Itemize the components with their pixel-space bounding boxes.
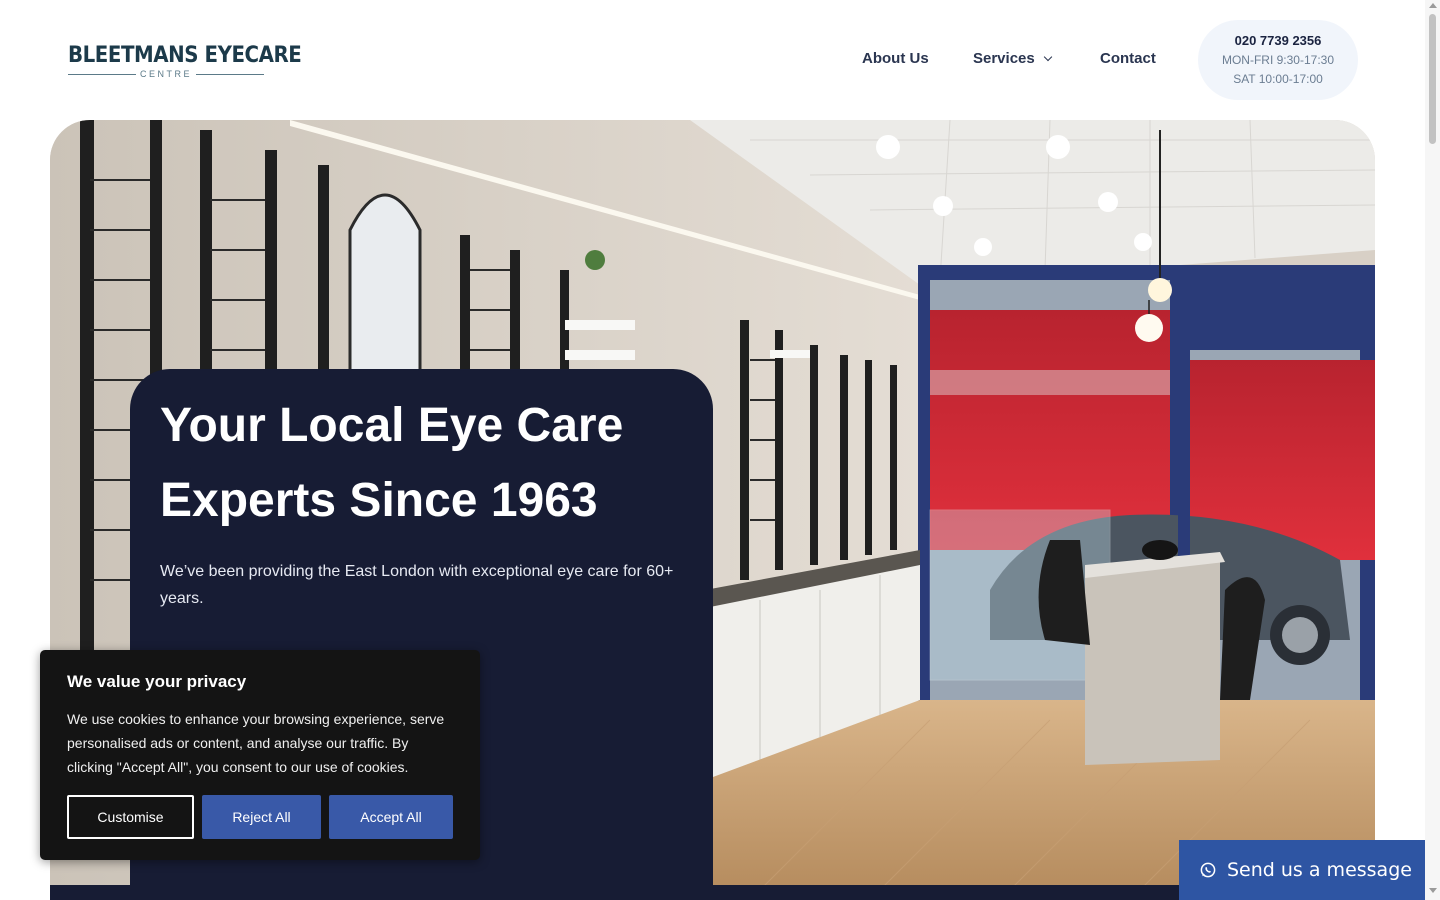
logo-subline: CENTRE bbox=[68, 69, 264, 79]
send-message-button[interactable]: Send us a message bbox=[1179, 840, 1425, 900]
contact-info-pill[interactable]: 020 7739 2356 MON-FRI 9:30-17:30 SAT 10:… bbox=[1198, 20, 1358, 100]
logo-sub-text: CENTRE bbox=[140, 69, 193, 79]
nav-services[interactable]: Services bbox=[973, 48, 1052, 70]
phone-number[interactable]: 020 7739 2356 bbox=[1198, 33, 1358, 48]
hero-title: Your Local Eye Care Experts Since 1963 bbox=[160, 399, 624, 527]
cookie-banner-text: We use cookies to enhance your browsing … bbox=[67, 711, 445, 775]
reject-all-button[interactable]: Reject All bbox=[202, 795, 321, 839]
customise-button[interactable]: Customise bbox=[67, 795, 194, 839]
logo-rule-left bbox=[68, 74, 136, 75]
site-logo[interactable]: BLEETMANS EYECARE CENTRE bbox=[68, 43, 302, 80]
hero-subtitle: We’ve been providing the East London wit… bbox=[160, 563, 674, 607]
page-scrollbar[interactable] bbox=[1425, 0, 1440, 900]
hours-weekday: MON-FRI 9:30-17:30 bbox=[1221, 53, 1335, 67]
accept-all-button[interactable]: Accept All bbox=[329, 795, 453, 839]
send-message-label: Send us a message bbox=[1227, 859, 1412, 881]
cookie-consent-banner: We value your privacy We use cookies to … bbox=[40, 650, 480, 860]
nav-services-label: Services bbox=[973, 50, 1035, 67]
scrollbar-thumb[interactable] bbox=[1429, 14, 1436, 144]
site-header: BLEETMANS EYECARE CENTRE About Us Servic… bbox=[0, 0, 1425, 120]
nav-contact[interactable]: Contact bbox=[1100, 48, 1156, 70]
cookie-banner-title: We value your privacy bbox=[67, 672, 247, 691]
logo-wordmark: BLEETMANS EYECARE bbox=[68, 43, 302, 68]
scroll-up-arrow-icon[interactable] bbox=[1429, 3, 1437, 8]
logo-rule-right bbox=[196, 74, 264, 75]
scroll-down-arrow-icon[interactable] bbox=[1429, 888, 1437, 893]
nav-about-us[interactable]: About Us bbox=[862, 48, 929, 70]
chevron-down-icon bbox=[1043, 52, 1052, 62]
whatsapp-icon bbox=[1200, 862, 1216, 878]
hours-saturday: SAT 10:00-17:00 bbox=[1233, 72, 1323, 86]
